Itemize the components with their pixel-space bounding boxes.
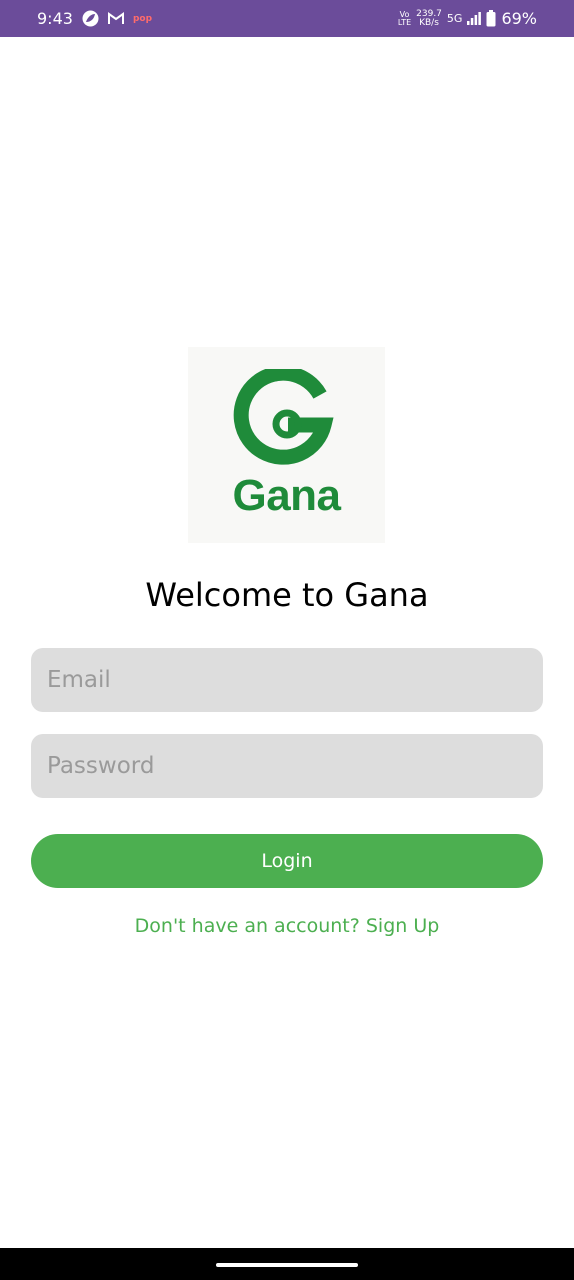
battery-percent: 69%: [501, 9, 537, 28]
battery-icon: [486, 10, 496, 27]
volte-indicator: Vo LTE: [397, 10, 412, 27]
password-field[interactable]: [31, 734, 543, 798]
login-button[interactable]: Login: [31, 834, 543, 888]
status-bar-left: 9:43 pop: [37, 9, 152, 28]
email-field[interactable]: [31, 648, 543, 712]
signup-link[interactable]: Don't have an account? Sign Up: [0, 915, 574, 937]
status-bar-right: Vo LTE 239.7 KB/s 5G 69%: [398, 9, 574, 28]
network-type: 5G: [446, 12, 463, 25]
home-indicator[interactable]: [216, 1263, 358, 1267]
signal-icon: [467, 12, 482, 25]
status-time: 9:43: [37, 9, 73, 28]
logo-wordmark: Gana: [232, 471, 341, 520]
welcome-title: Welcome to Gana: [145, 576, 429, 614]
speed-unit: KB/s: [419, 17, 439, 28]
pop-notification-icon: pop: [132, 13, 153, 24]
system-nav-bar: [0, 1248, 574, 1280]
volte-bottom: LTE: [397, 17, 412, 27]
gana-g-icon: [233, 369, 334, 465]
app-logo: Gana: [188, 347, 385, 543]
gmail-icon: [107, 12, 124, 25]
status-bar: 9:43 pop Vo LTE 239.7 KB/s 5G 69%: [0, 0, 574, 37]
leaf-notification-icon: [82, 10, 99, 27]
network-speed: 239.7 KB/s: [416, 9, 442, 28]
